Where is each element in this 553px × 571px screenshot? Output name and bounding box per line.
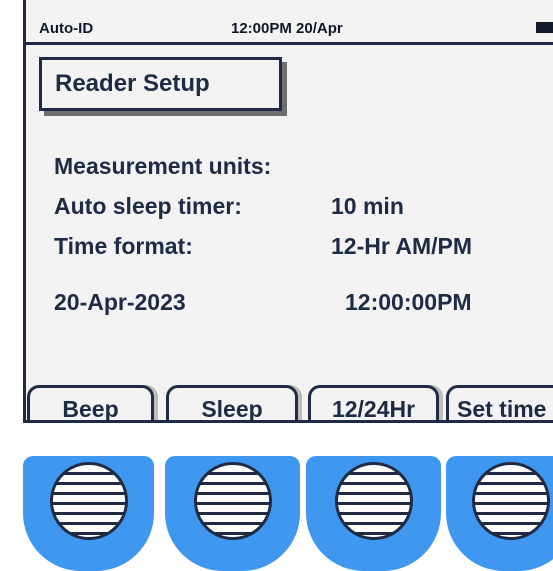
measurement-units-label: Measurement units:: [54, 153, 272, 179]
page-title-box: Reader Setup: [39, 57, 282, 111]
hardware-button-1[interactable]: [23, 456, 154, 571]
status-bar: Auto-ID 12:00PM 20/Apr: [26, 0, 553, 45]
speaker-grille-icon: [334, 462, 413, 540]
time-format-label: Time format:: [54, 233, 193, 259]
speaker-grille-icon: [193, 462, 272, 540]
hardware-button-2[interactable]: [165, 456, 300, 571]
sleep-softkey[interactable]: Sleep: [166, 385, 298, 420]
speaker-grille-icon: [472, 462, 550, 540]
hardware-button-row: [0, 456, 553, 571]
time-format-softkey[interactable]: 12/24Hr: [308, 385, 439, 420]
battery-full-icon: [536, 22, 553, 33]
status-mode-label: Auto-ID: [39, 20, 94, 37]
reader-screen: Auto-ID 12:00PM 20/Apr Reader Setup Meas…: [23, 0, 553, 423]
auto-sleep-timer-value: 10 min: [331, 193, 404, 219]
status-clock: 12:00PM 20/Apr: [231, 20, 343, 37]
reader-device: Auto-ID 12:00PM 20/Apr Reader Setup Meas…: [0, 0, 553, 571]
time-format-value: 12-Hr AM/PM: [331, 233, 472, 259]
speaker-grille-icon: [49, 462, 128, 540]
hardware-button-3[interactable]: [306, 456, 441, 571]
beep-softkey[interactable]: Beep: [27, 385, 154, 420]
softkey-bar: Beep Sleep 12/24Hr Set time: [0, 385, 553, 420]
current-date: 20-Apr-2023: [54, 289, 186, 315]
set-time-softkey[interactable]: Set time: [446, 385, 553, 420]
page-title: Reader Setup: [55, 70, 210, 97]
current-time: 12:00:00PM: [345, 289, 472, 315]
hardware-button-4[interactable]: [446, 456, 553, 571]
auto-sleep-timer-label: Auto sleep timer:: [54, 193, 242, 219]
